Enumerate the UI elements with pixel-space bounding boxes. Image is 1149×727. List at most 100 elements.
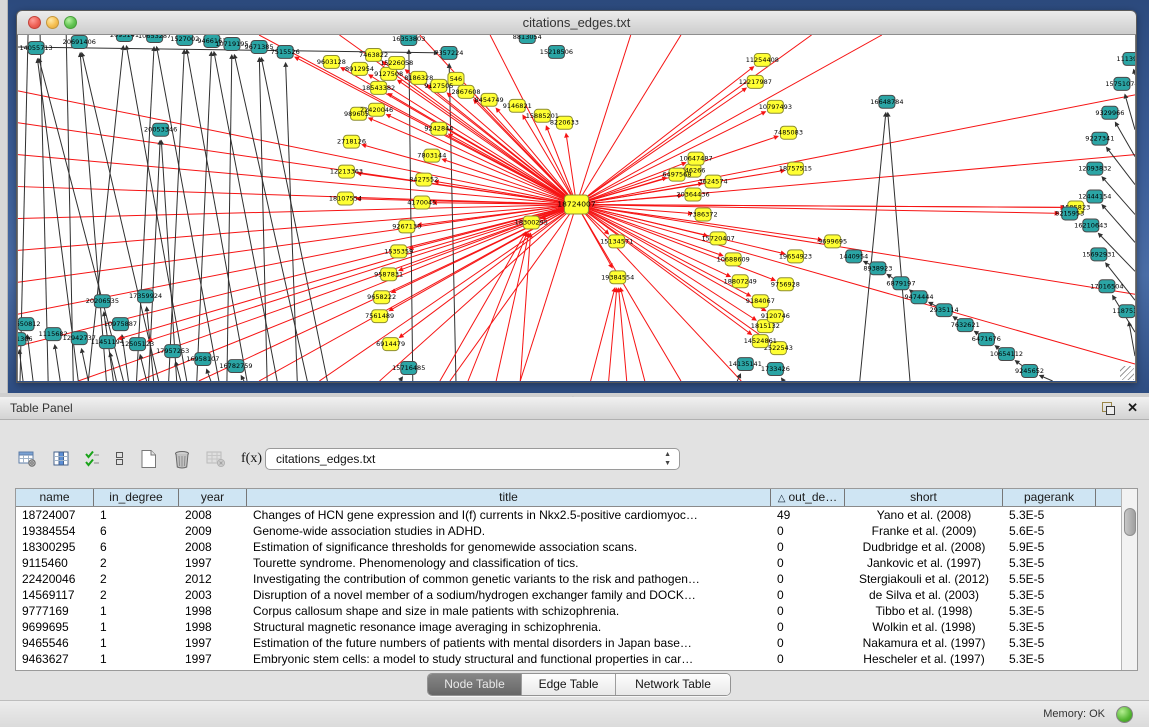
column-header-pagerank[interactable]: pagerank [1003, 489, 1096, 506]
graph-node-label: 12217987 [739, 78, 772, 86]
graph-node-label: 12213363 [330, 168, 363, 176]
graph-node-label: 1440954 [839, 252, 868, 260]
column-header-year[interactable]: year [179, 489, 247, 506]
column-header-out_de[interactable]: △out_de… [771, 489, 845, 506]
function-builder-icon[interactable]: f(x) [241, 451, 262, 467]
graph-node-label: 16210643 [1074, 221, 1107, 229]
graph-edge [372, 120, 576, 205]
graph-node-label: 2093141 [110, 35, 139, 39]
table-row[interactable]: 2242004622012Investigating the contribut… [16, 571, 1121, 587]
graph-node-label: 7561489 [365, 312, 394, 320]
graph-edge [520, 237, 530, 381]
table-settings-icon[interactable] [18, 450, 38, 468]
table-columns-icon[interactable] [53, 450, 70, 468]
column-header-name[interactable]: name [16, 489, 94, 506]
table-row[interactable]: 1872400712008Changes of HCN gene express… [16, 507, 1121, 523]
cell-name: 18300295 [16, 539, 94, 555]
graph-edge [82, 353, 88, 381]
cell-pagerank: 5.3E-5 [1003, 603, 1096, 619]
graph-node-label: 15692931 [1082, 250, 1115, 258]
table-selector-dropdown[interactable]: citations_edges.txt ▲▼ [265, 448, 680, 470]
graph-node-label: 8427552 [409, 176, 438, 184]
new-table-icon[interactable] [140, 449, 158, 469]
cell-pagerank: 5.5E-5 [1003, 571, 1096, 587]
cell-out_de: 0 [771, 539, 845, 555]
column-header-short[interactable]: short [845, 489, 1003, 506]
rows-icon[interactable] [115, 450, 125, 468]
cell-pagerank: 5.9E-5 [1003, 539, 1096, 555]
citation-network-graph[interactable]: 5467462661113985111568211875331440954152… [18, 35, 1135, 381]
trash-icon[interactable] [173, 449, 191, 469]
edge-arrowhead [564, 133, 569, 138]
cell-out_de: 0 [771, 555, 845, 571]
graph-node-label: 10975887 [104, 320, 137, 328]
sort-asc-icon: △ [778, 493, 786, 504]
fx-label: f(x) [241, 451, 262, 467]
graph-edge [393, 205, 577, 309]
graph-node-label: 14055713 [19, 44, 52, 52]
network-window-titlebar[interactable]: citations_edges.txt [17, 11, 1136, 35]
select-columns-icon[interactable] [85, 450, 100, 468]
cell-pagerank: 5.3E-5 [1003, 635, 1096, 651]
graph-node-label: 12093832 [1078, 165, 1111, 173]
tab-network-table[interactable]: Network Table [616, 674, 730, 695]
graph-node-label: 9184067 [746, 297, 775, 305]
delete-table-icon[interactable] [206, 450, 226, 468]
cell-short: Tibbo et al. (1998) [845, 603, 1003, 619]
desktop-left-strip [0, 0, 8, 397]
graph-edge [621, 292, 644, 381]
cell-short: Dudbridge et al. (2008) [845, 539, 1003, 555]
scrollbar-thumb[interactable] [1124, 508, 1136, 536]
network-window[interactable]: citations_edges.txt 54674626611139851115… [16, 10, 1137, 383]
graph-node-label: 15226058 [380, 59, 413, 67]
cell-out_de: 0 [771, 571, 845, 587]
cell-name: 9115460 [16, 555, 94, 571]
graph-edge [860, 117, 886, 381]
close-panel-icon[interactable]: ✕ [1127, 400, 1138, 416]
table-row[interactable]: 946362711997Embryonic stem cells: a mode… [16, 651, 1121, 667]
graph-node-label: 9603128 [317, 58, 346, 66]
graph-edge [55, 349, 60, 381]
table-row[interactable]: 1938455462009Genome-wide association stu… [16, 523, 1121, 539]
tab-node-table[interactable]: Node Table [428, 674, 522, 695]
column-header-title[interactable]: title [247, 489, 771, 506]
cell-name: 22420046 [16, 571, 94, 587]
table-row[interactable]: 977716911998Corpus callosum shape and si… [16, 603, 1121, 619]
graph-node-label: 9245652 [1015, 367, 1044, 375]
table-row[interactable]: 911546021997Tourette syndrome. Phenomeno… [16, 555, 1121, 571]
float-panel-icon[interactable] [1102, 402, 1115, 415]
graph-edge [1117, 126, 1135, 157]
graph-node-label: 2935114 [930, 306, 959, 314]
table-row[interactable]: 946554611997Estimation of the future num… [16, 635, 1121, 651]
cell-name: 9465546 [16, 635, 94, 651]
table-row[interactable]: 1456911722003Disruption of a novel membe… [16, 587, 1121, 603]
graph-edge [177, 366, 181, 381]
edge-arrowhead [233, 54, 238, 59]
column-header-in_degree[interactable]: in_degree [94, 489, 179, 506]
table-row[interactable]: 969969511998Structural magnetic resonanc… [16, 619, 1121, 635]
tab-edge-table[interactable]: Edge Table [522, 674, 616, 695]
graph-node-label: 6497568 [662, 171, 691, 179]
graph-edge [577, 205, 749, 333]
network-desktop-background: citations_edges.txt 54674626611139851115… [0, 0, 1149, 393]
table-row[interactable]: 1830029562008Estimation of significance … [16, 539, 1121, 555]
graph-edge [1043, 377, 1052, 381]
graph-node-label: 8813054 [513, 35, 542, 41]
cell-year: 2008 [179, 539, 247, 555]
graph-node-label: 10719195 [215, 40, 248, 48]
cell-in_degree: 1 [94, 651, 179, 667]
network-canvas[interactable]: 5467462661113985111568211875331440954152… [17, 35, 1136, 381]
graph-node-label: 6879197 [886, 279, 915, 287]
cell-out_de: 49 [771, 507, 845, 523]
cell-title: Embryonic stem cells: a model to study s… [247, 651, 771, 667]
graph-node-label: 15218506 [540, 48, 573, 56]
cell-name: 14569117 [16, 587, 94, 603]
graph-node-label: 7386372 [689, 210, 718, 218]
graph-node-label: 14135141 [729, 360, 762, 368]
edge-arrowhead [18, 349, 22, 354]
graph-edge [525, 119, 577, 205]
cell-in_degree: 2 [94, 555, 179, 571]
table-scrollbar[interactable] [1121, 489, 1137, 670]
resize-grip-icon[interactable] [1120, 366, 1134, 380]
edge-arrowhead [741, 88, 747, 93]
